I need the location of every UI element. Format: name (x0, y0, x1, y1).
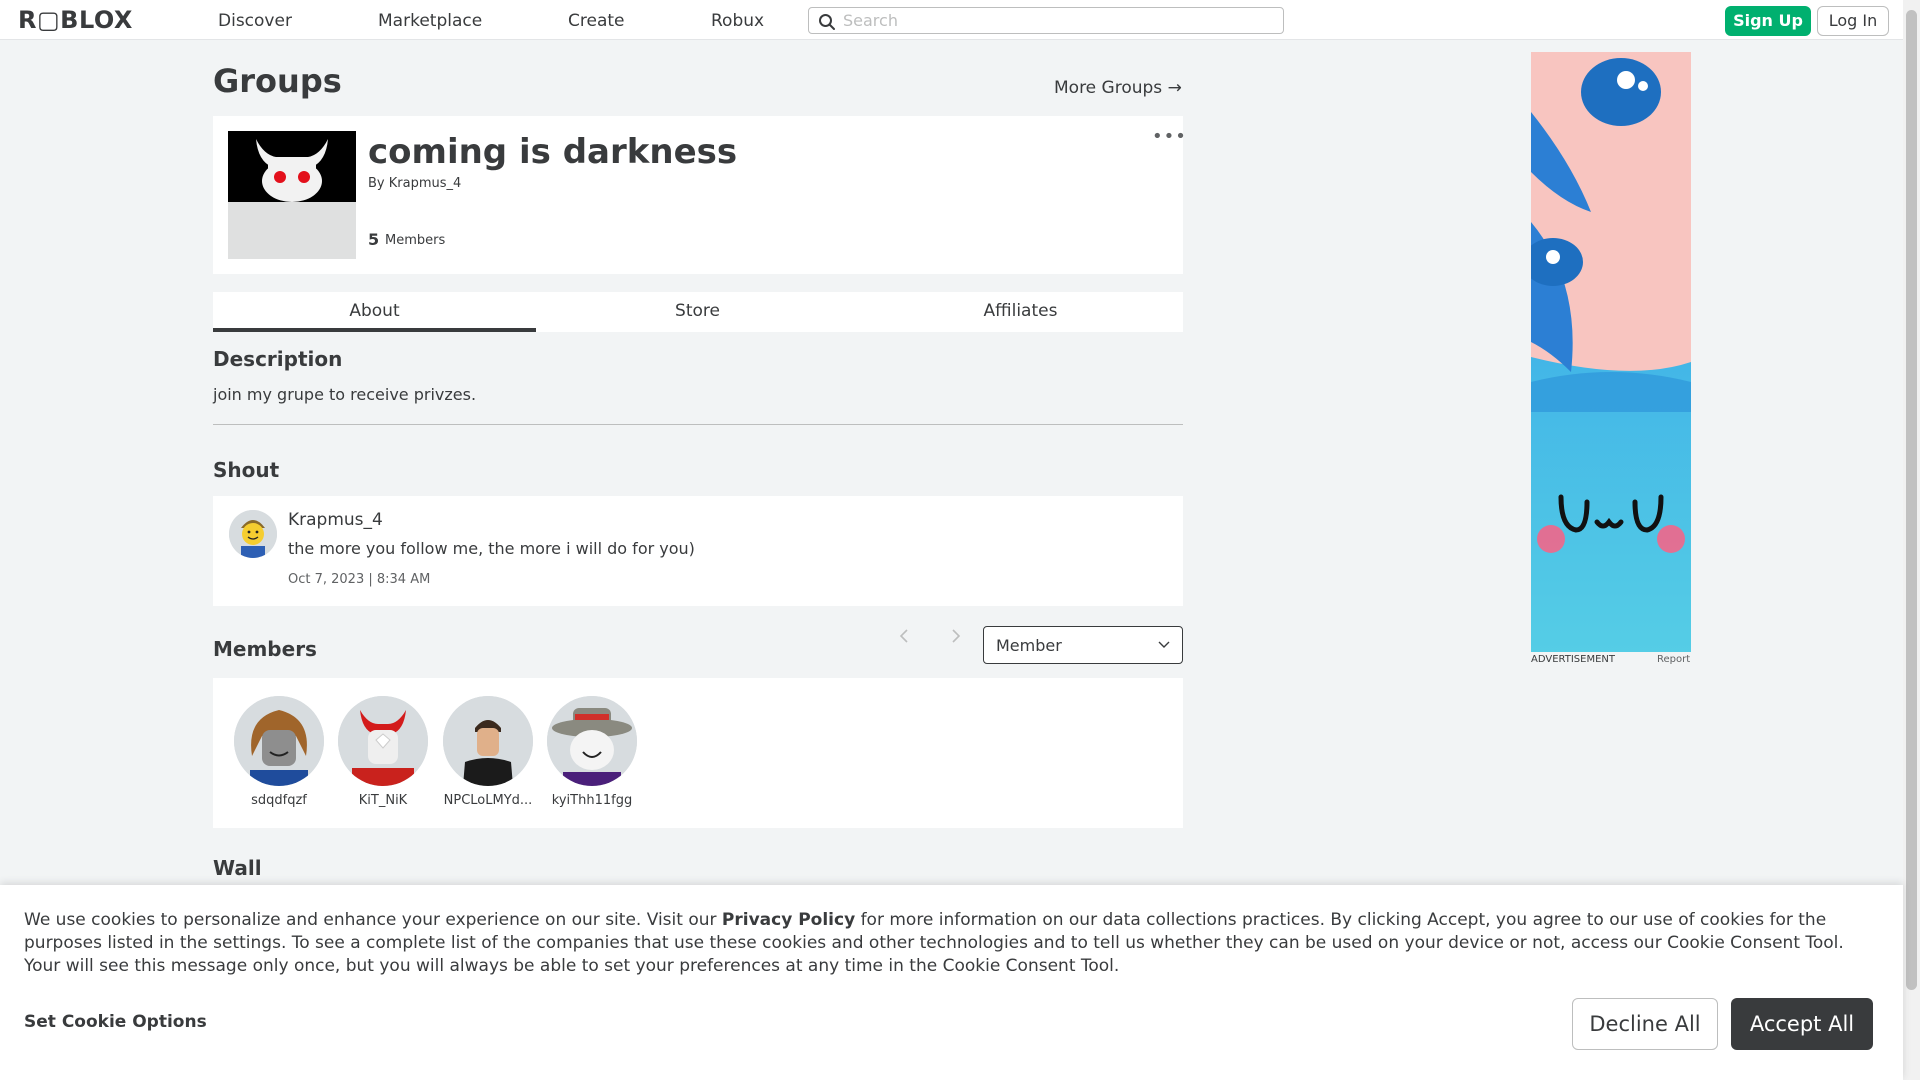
avatar (443, 696, 533, 786)
advertisement-label: ADVERTISEMENT (1531, 654, 1616, 665)
member-count-label: Members (385, 233, 446, 248)
group-tabs: About Store Affiliates (213, 292, 1183, 332)
group-name: coming is darkness (368, 132, 738, 172)
search-input[interactable] (843, 11, 1273, 30)
page-title: Groups (213, 62, 342, 100)
shout-timestamp: Oct 7, 2023 | 8:34 AM (288, 572, 431, 587)
group-owner-line: By Krapmus_4 (368, 176, 461, 191)
cookie-text-part-1: We use cookies to personalize and enhanc… (24, 910, 722, 930)
member-item[interactable]: KiT_NiK (335, 696, 431, 808)
chevron-right-icon[interactable] (950, 628, 962, 649)
nav-link-robux[interactable]: Robux (711, 11, 764, 31)
more-dots-icon[interactable]: ••• (1152, 126, 1187, 147)
shout-heading: Shout (213, 458, 280, 482)
nav-link-create[interactable]: Create (568, 11, 625, 31)
more-groups-link[interactable]: More Groups → (1054, 78, 1182, 98)
tab-store[interactable]: Store (536, 292, 859, 332)
search-box[interactable] (808, 7, 1284, 34)
member-name: kyiThh11fgg (551, 793, 633, 808)
decline-all-button[interactable]: Decline All (1572, 998, 1718, 1050)
avatar (338, 696, 428, 786)
members-heading: Members (213, 637, 317, 661)
wall-heading: Wall (213, 856, 262, 880)
ad-report-link[interactable]: Report (1657, 654, 1690, 665)
chevron-down-icon (1158, 641, 1170, 648)
group-emblem (228, 131, 356, 259)
demon-mask-icon (256, 139, 328, 202)
nav-link-discover[interactable]: Discover (218, 11, 292, 31)
cookie-consent-text: We use cookies to personalize and enhanc… (24, 909, 1884, 978)
by-label: By (368, 176, 385, 191)
advertisement-banner[interactable] (1531, 52, 1691, 652)
member-name: sdqdfqzf (251, 793, 307, 808)
member-item[interactable]: NPCLoLMYd... (440, 696, 536, 808)
avatar (234, 696, 324, 786)
user-avatar-icon (229, 510, 277, 558)
group-description: join my grupe to receive privzes. (213, 385, 477, 404)
member-name: KiT_NiK (358, 793, 408, 808)
avatar (547, 696, 637, 786)
tab-affiliates[interactable]: Affiliates (859, 292, 1182, 332)
group-header-card: coming is darkness By Krapmus_4 5 Member… (213, 116, 1186, 274)
cookie-consent-banner: We use cookies to personalize and enhanc… (0, 885, 1903, 1080)
ad-artwork (1531, 52, 1691, 652)
role-dropdown[interactable]: Member (983, 626, 1183, 664)
chevron-left-icon[interactable] (898, 628, 910, 649)
roblox-logo[interactable]: R▢BLOX (18, 6, 133, 34)
role-dropdown-value: Member (996, 636, 1062, 655)
avatar[interactable] (229, 510, 277, 558)
tab-about[interactable]: About (213, 292, 536, 332)
member-name: NPCLoLMYd... (443, 793, 533, 808)
group-emblem-image (228, 131, 356, 202)
search-icon (819, 14, 835, 30)
member-item[interactable]: sdqdfqzf (231, 696, 327, 808)
sign-up-button[interactable]: Sign Up (1725, 6, 1811, 36)
accept-all-button[interactable]: Accept All (1731, 998, 1873, 1050)
members-list: sdqdfqzf KiT_NiK NPCLoLMYd... kyiThh11fg… (213, 678, 1183, 828)
group-owner-link[interactable]: Krapmus_4 (389, 176, 462, 191)
scrollbar-thumb[interactable] (1906, 10, 1917, 990)
shout-author-link[interactable]: Krapmus_4 (288, 510, 383, 530)
log-in-button[interactable]: Log In (1817, 6, 1889, 36)
description-heading: Description (213, 347, 343, 371)
member-avatar-icon (234, 696, 324, 786)
top-navigation-bar: R▢BLOX Discover Marketplace Create Robux… (0, 0, 1920, 40)
member-avatar-icon (443, 696, 533, 786)
shout-card: Krapmus_4 the more you follow me, the mo… (213, 496, 1183, 606)
member-count: 5 (368, 230, 380, 249)
shout-text: the more you follow me, the more i will … (288, 539, 695, 558)
section-divider (213, 424, 1183, 425)
member-avatar-icon (338, 696, 428, 786)
member-item[interactable]: kyiThh11fgg (544, 696, 640, 808)
nav-link-marketplace[interactable]: Marketplace (378, 11, 482, 31)
member-avatar-icon (547, 696, 637, 786)
privacy-policy-link[interactable]: Privacy Policy (722, 910, 855, 930)
set-cookie-options-link[interactable]: Set Cookie Options (24, 1012, 207, 1032)
